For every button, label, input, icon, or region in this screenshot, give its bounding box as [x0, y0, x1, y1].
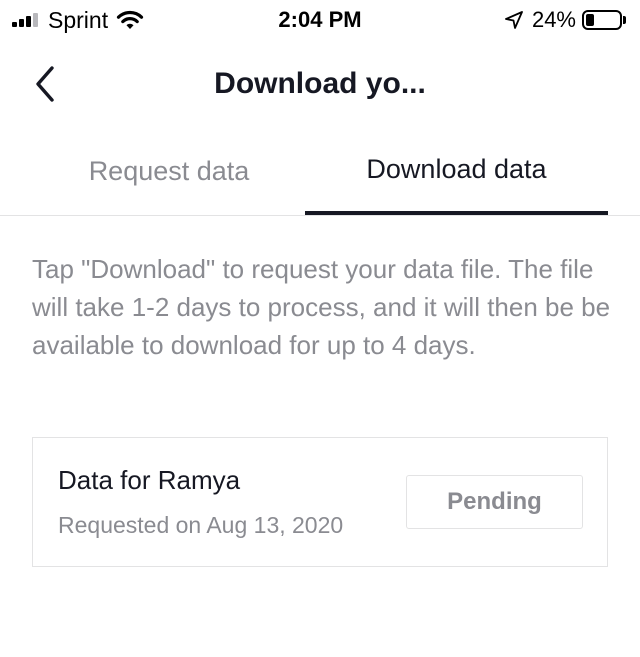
status-bar-right: 24% [504, 6, 626, 34]
active-tab-indicator [305, 211, 608, 215]
battery-cap [623, 16, 626, 24]
pending-status-button[interactable]: Pending [406, 475, 583, 529]
status-bar: Sprint 2:04 PM 24% [0, 0, 640, 40]
battery-percent: 24% [531, 7, 576, 32]
data-file-requested-date: Requested on Aug 13, 2020 [58, 512, 344, 538]
nav-header: Download yo... [0, 50, 640, 120]
page-title: Download yo... [214, 67, 426, 100]
location-arrow-icon [505, 11, 523, 29]
data-file-title: Data for Ramya [58, 465, 241, 495]
tab-download-data[interactable]: Download data [305, 130, 608, 216]
download-description: Tap "Download" to request your data file… [32, 254, 611, 360]
tab-bar: Request data Download data [0, 130, 640, 216]
chevron-left-icon [36, 66, 54, 102]
back-button[interactable] [26, 62, 70, 106]
data-file-card: Data for Ramya Requested on Aug 13, 2020… [32, 437, 608, 567]
tab-request-data[interactable]: Request data [33, 130, 305, 216]
battery-icon [582, 10, 622, 30]
battery-level-fill [586, 14, 594, 26]
